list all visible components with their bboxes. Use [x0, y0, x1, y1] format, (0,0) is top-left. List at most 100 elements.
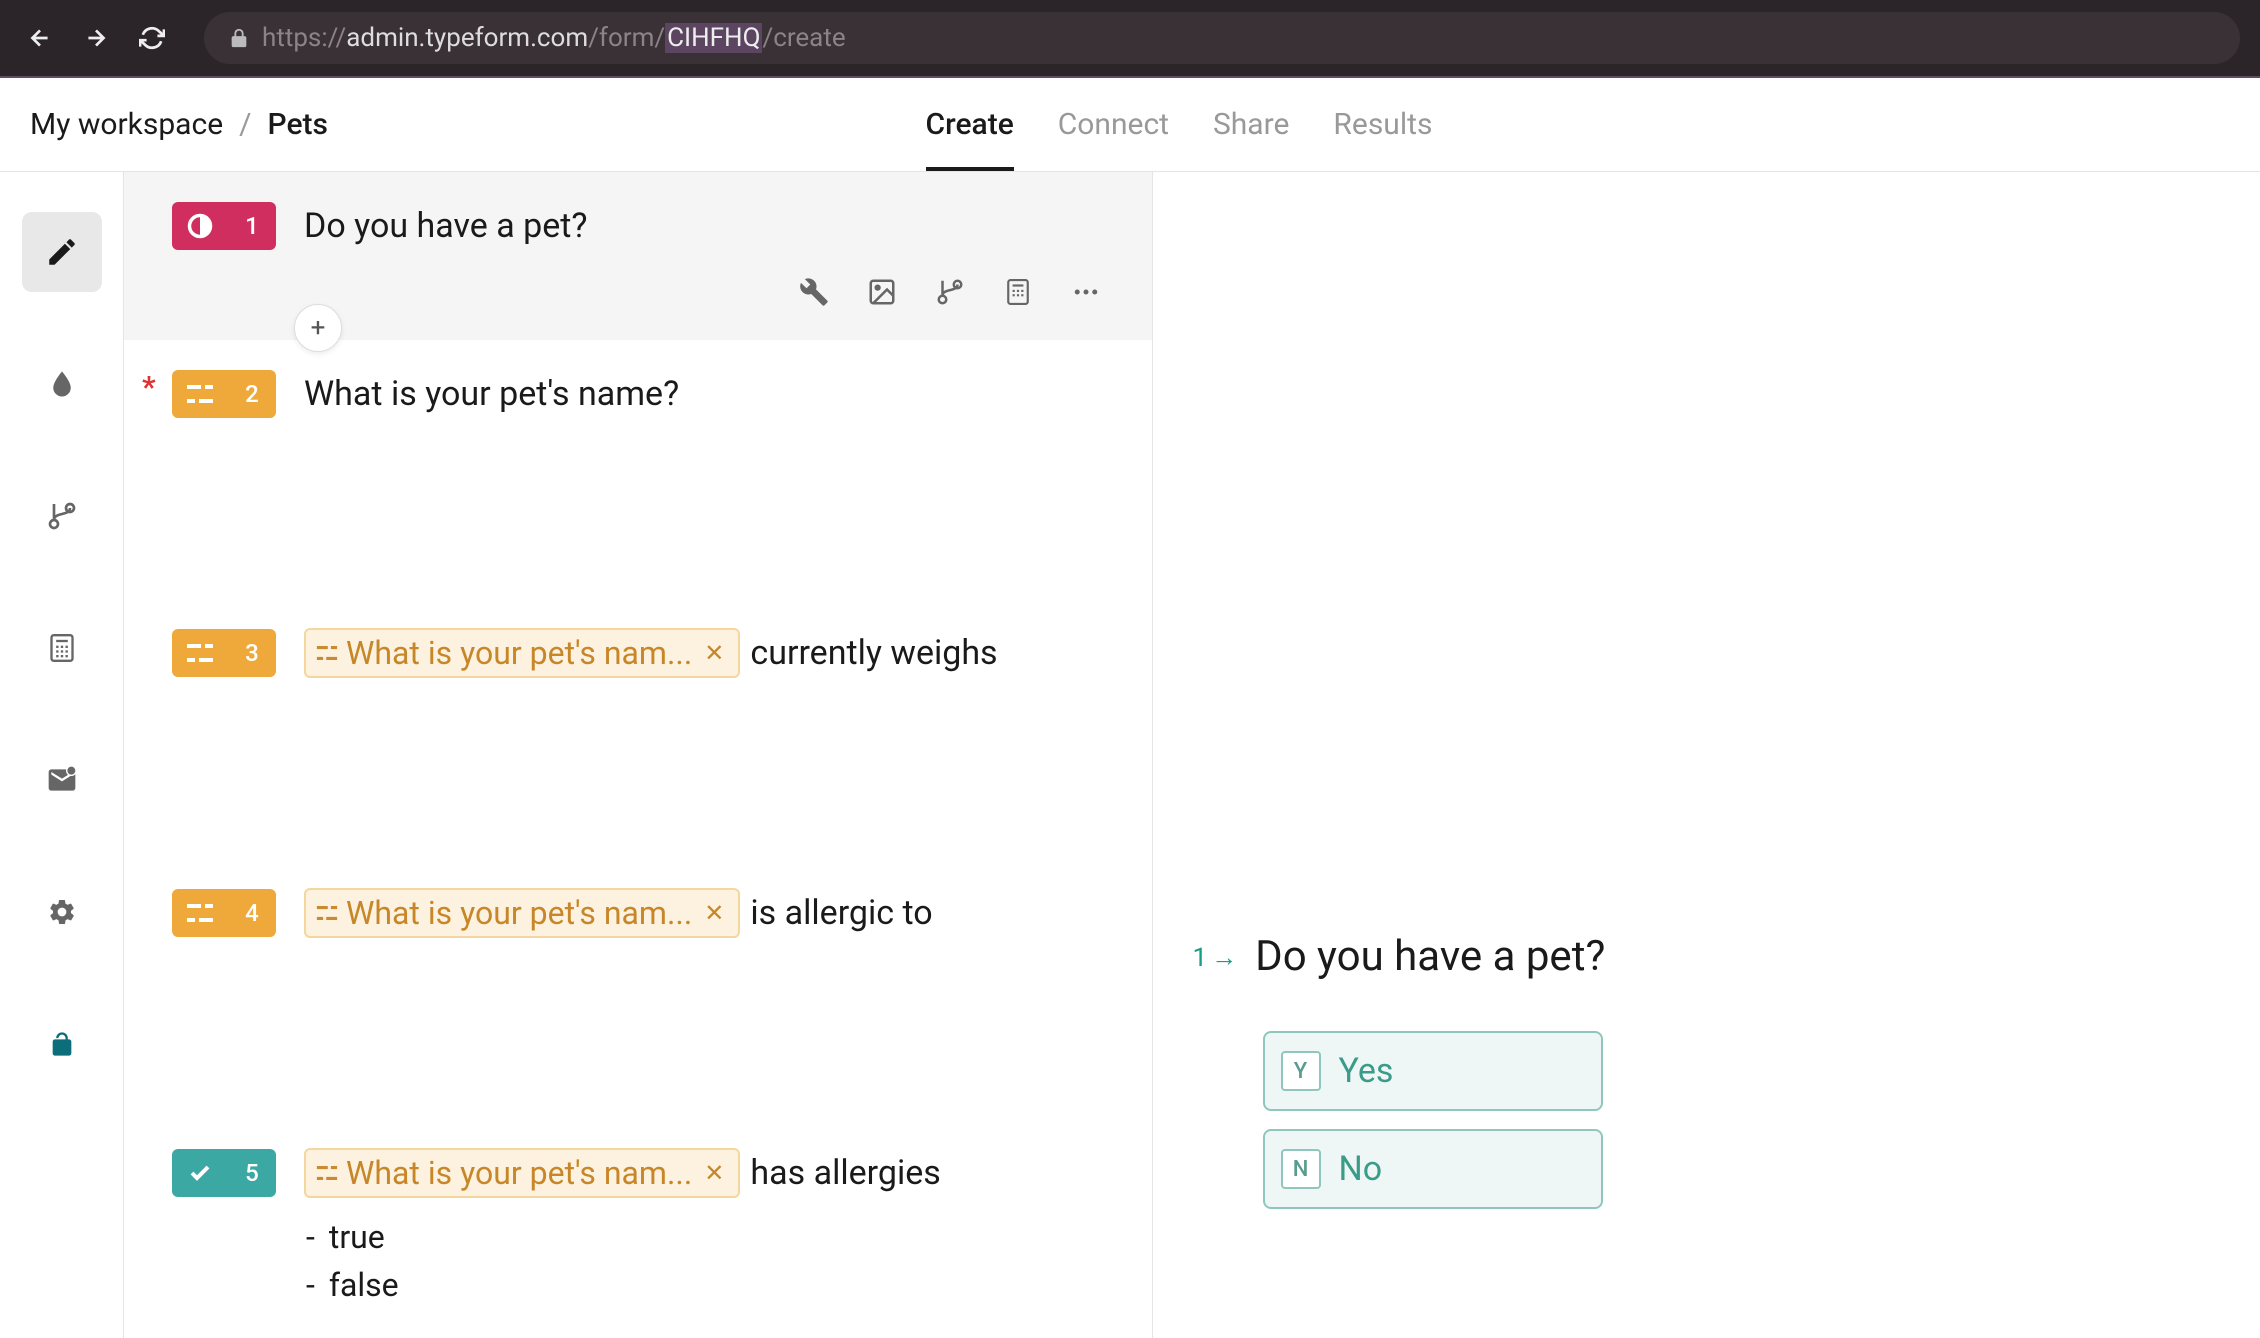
preview-question: 1 → Do you have a pet?: [1193, 932, 2221, 981]
sidebar-calculator-button[interactable]: [22, 608, 102, 688]
yesno-icon: [172, 202, 228, 250]
option-label: Yes: [1339, 1051, 1394, 1091]
question-type-badge[interactable]: 1: [172, 202, 276, 250]
check-icon: [172, 1149, 228, 1197]
question-type-badge[interactable]: 4: [172, 889, 276, 937]
recall-pill[interactable]: What is your pet's nam... ✕: [304, 888, 740, 938]
recall-text: What is your pet's nam...: [346, 894, 692, 932]
left-sidebar: [0, 172, 124, 1338]
image-button[interactable]: [864, 274, 900, 310]
arrow-right-icon: [83, 25, 109, 51]
option-item[interactable]: - true: [306, 1218, 1104, 1256]
question-row[interactable]: 4 What is your pet's nam... ✕ is allergi…: [124, 858, 1152, 1118]
question-title[interactable]: What is your pet's nam... ✕ currently we…: [304, 628, 998, 678]
sidebar-followups-button[interactable]: [22, 740, 102, 820]
logic-button[interactable]: [932, 274, 968, 310]
option-key: Y: [1281, 1051, 1321, 1091]
mail-icon: [46, 764, 78, 796]
recall-remove[interactable]: ✕: [700, 639, 728, 667]
image-icon: [867, 277, 897, 307]
add-question-button[interactable]: +: [294, 304, 342, 352]
option-list: - true - false: [306, 1218, 1104, 1304]
recall-remove[interactable]: ✕: [700, 899, 728, 927]
lock-icon: [228, 27, 250, 49]
recall-remove[interactable]: ✕: [700, 1159, 728, 1187]
tab-create[interactable]: Create: [926, 78, 1014, 171]
more-icon: [1071, 277, 1101, 307]
question-row[interactable]: 1 Do you have a pet? +: [124, 172, 1152, 340]
question-number: 3: [228, 629, 276, 677]
question-number: 5: [228, 1149, 276, 1197]
calculator-button[interactable]: [1000, 274, 1036, 310]
url-bar[interactable]: https://admin.typeform.com/form/CIHFHQ/c…: [204, 12, 2240, 64]
preview-number: 1 →: [1193, 942, 1238, 973]
option-key: N: [1281, 1149, 1321, 1189]
arrow-left-icon: [27, 25, 53, 51]
question-type-badge[interactable]: 3: [172, 629, 276, 677]
tab-share[interactable]: Share: [1213, 78, 1289, 171]
question-type-badge[interactable]: 5: [172, 1149, 276, 1197]
browser-back-button[interactable]: [20, 18, 60, 58]
text-icon: [172, 889, 228, 937]
option-label: true: [329, 1218, 385, 1256]
wrench-icon: [799, 277, 829, 307]
breadcrumb-workspace[interactable]: My workspace: [30, 107, 223, 142]
sidebar-design-button[interactable]: [22, 344, 102, 424]
option-label: false: [329, 1266, 399, 1304]
option-label: No: [1339, 1149, 1383, 1189]
question-title[interactable]: What is your pet's nam... ✕ has allergie…: [304, 1148, 941, 1198]
settings-button[interactable]: [796, 274, 832, 310]
browser-bar: https://admin.typeform.com/form/CIHFHQ/c…: [0, 0, 2260, 78]
sidebar-settings-button[interactable]: [22, 872, 102, 952]
text-icon: [172, 629, 228, 677]
question-type-badge[interactable]: 2: [172, 370, 276, 418]
arrow-right-icon: →: [1211, 942, 1237, 973]
required-indicator: *: [142, 370, 156, 405]
recall-pill[interactable]: What is your pet's nam... ✕: [304, 1148, 740, 1198]
preview-options: Y Yes N No: [1263, 1031, 2221, 1209]
text-icon: [316, 646, 338, 660]
question-row[interactable]: * 2 What is your pet's name?: [124, 340, 1152, 598]
top-nav: My workspace / Pets Create Connect Share…: [0, 78, 2260, 172]
breadcrumb-separator: /: [239, 107, 251, 142]
preview-option-yes[interactable]: Y Yes: [1263, 1031, 1603, 1111]
breadcrumb-form[interactable]: Pets: [268, 107, 328, 142]
questions-panel[interactable]: 1 Do you have a pet? + *: [124, 172, 1153, 1338]
question-suffix: is allergic to: [750, 893, 932, 933]
question-row[interactable]: 5 What is your pet's nam... ✕ has allerg…: [124, 1118, 1152, 1338]
sidebar-logic-button[interactable]: [22, 476, 102, 556]
option-item[interactable]: - false: [306, 1266, 1104, 1304]
branch-icon: [46, 500, 78, 532]
preview-option-no[interactable]: N No: [1263, 1129, 1603, 1209]
question-row[interactable]: 3 What is your pet's nam... ✕ currently …: [124, 598, 1152, 858]
drop-icon: [47, 369, 77, 399]
gear-icon: [47, 897, 77, 927]
tab-connect[interactable]: Connect: [1058, 78, 1169, 171]
sidebar-content-button[interactable]: [22, 212, 102, 292]
recall-pill[interactable]: What is your pet's nam... ✕: [304, 628, 740, 678]
question-title[interactable]: What is your pet's name?: [304, 374, 679, 414]
question-title[interactable]: Do you have a pet?: [304, 206, 587, 246]
question-suffix: has allergies: [750, 1153, 940, 1193]
main-layout: 1 Do you have a pet? + *: [0, 172, 2260, 1338]
tab-results[interactable]: Results: [1333, 78, 1432, 171]
question-number: 1: [228, 202, 276, 250]
preview-title: Do you have a pet?: [1255, 932, 1605, 981]
preview-panel: 1 → Do you have a pet? Y Yes N No: [1153, 172, 2260, 1338]
calculator-icon: [48, 632, 76, 664]
url-text: https://admin.typeform.com/form/CIHFHQ/c…: [262, 23, 846, 53]
question-number: 4: [228, 889, 276, 937]
text-icon: [172, 370, 228, 418]
recall-text: What is your pet's nam...: [346, 1154, 692, 1192]
reload-icon: [139, 25, 165, 51]
browser-reload-button[interactable]: [132, 18, 172, 58]
question-title[interactable]: What is your pet's nam... ✕ is allergic …: [304, 888, 933, 938]
top-tabs: Create Connect Share Results: [926, 78, 1433, 171]
recall-text: What is your pet's nam...: [346, 634, 692, 672]
text-icon: [316, 906, 338, 920]
question-number: 2: [228, 370, 276, 418]
sidebar-unlock-button[interactable]: [22, 1004, 102, 1084]
calculator-icon: [1005, 277, 1031, 307]
more-button[interactable]: [1068, 274, 1104, 310]
browser-forward-button[interactable]: [76, 18, 116, 58]
